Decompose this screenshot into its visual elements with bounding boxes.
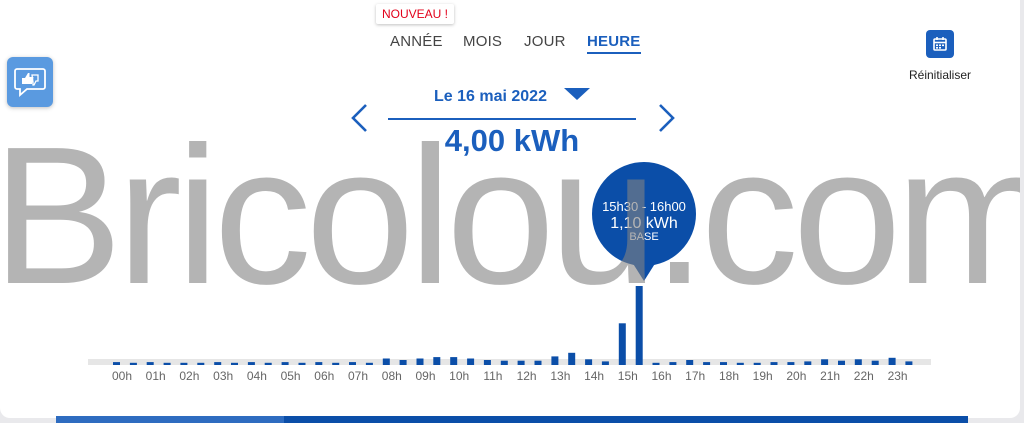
chart-bar[interactable] <box>585 359 593 365</box>
chart-bar[interactable] <box>113 362 120 365</box>
chart-bar[interactable] <box>635 286 643 365</box>
hourly-consumption-chart: 00h 01h 02h 03h 04h 05h 06h 07h 08h 09h 10h 11h 12h 1… <box>88 162 931 383</box>
chart-bar[interactable] <box>146 362 154 365</box>
chart-bar[interactable] <box>669 362 677 365</box>
tooltip-value: 1,10 kWh <box>610 215 678 232</box>
tooltip-bubble <box>592 162 696 266</box>
chart-bar[interactable] <box>551 356 559 365</box>
x-tick-label: 01h <box>146 369 166 383</box>
x-tick-label: 23h <box>888 369 908 383</box>
x-tick-label: 19h <box>753 369 773 383</box>
chart-bar[interactable] <box>720 362 727 365</box>
chart-bar[interactable] <box>804 361 812 365</box>
chart-bar[interactable] <box>231 362 238 365</box>
chart-bar[interactable] <box>770 362 778 365</box>
chart-bar[interactable] <box>534 360 542 365</box>
chart-bar[interactable] <box>433 357 441 365</box>
chart-bar[interactable] <box>787 362 795 365</box>
x-tick-label: 20h <box>786 369 806 383</box>
chart-bar[interactable] <box>703 362 711 365</box>
chart-bar[interactable] <box>838 360 845 365</box>
chart-bar[interactable] <box>281 362 289 365</box>
chart-bar[interactable] <box>467 358 475 366</box>
chart-bar[interactable] <box>652 362 660 365</box>
x-tick-label: 21h <box>820 369 840 383</box>
chart-bar[interactable] <box>854 359 862 365</box>
x-tick-label: 16h <box>651 369 671 383</box>
x-tick-label: 04h <box>247 369 267 383</box>
chart-bar[interactable] <box>315 362 323 365</box>
chart-bar[interactable] <box>163 362 171 365</box>
x-tick-label: 12h <box>517 369 537 383</box>
chart-bar[interactable] <box>349 362 356 365</box>
x-tick-label: 22h <box>854 369 874 383</box>
tooltip-pointer <box>632 262 656 281</box>
x-tick-label: 13h <box>550 369 570 383</box>
x-tick-label: 15h <box>618 369 638 383</box>
chart-bar[interactable] <box>214 362 222 365</box>
chart-bar[interactable] <box>736 362 744 365</box>
x-tick-label: 14h <box>584 369 604 383</box>
chart-bar[interactable] <box>686 360 694 365</box>
x-tick-label: 00h <box>112 369 132 383</box>
x-tick-label: 05h <box>281 369 301 383</box>
chart-bar[interactable] <box>332 362 340 365</box>
chart-bar[interactable] <box>871 360 879 365</box>
x-tick-label: 11h <box>483 369 502 383</box>
chart-bar[interactable] <box>618 323 626 365</box>
x-tick-label: 08h <box>382 369 402 383</box>
x-tick-label: 10h <box>449 369 469 383</box>
chart-bar[interactable] <box>298 362 306 365</box>
chart-bar[interactable] <box>483 360 491 365</box>
chart-bars <box>113 286 913 366</box>
x-tick-label: 02h <box>179 369 199 383</box>
x-tick-label: 17h <box>685 369 705 383</box>
chart-bar[interactable] <box>264 362 272 365</box>
chart-x-labels: 00h 01h 02h 03h 04h 05h 06h 07h 08h 09h 10h 11h 12h 1… <box>112 369 908 383</box>
chart-bar[interactable] <box>500 360 508 365</box>
chart-bar[interactable] <box>905 361 913 365</box>
bottom-progress-fill <box>56 416 284 423</box>
chart-bar[interactable] <box>399 360 407 365</box>
chart-bar[interactable] <box>197 362 205 365</box>
chart-bar[interactable] <box>753 362 761 365</box>
chart-bar[interactable] <box>888 357 896 365</box>
bottom-progress-bar <box>56 416 968 423</box>
chart-bar[interactable] <box>365 362 373 365</box>
x-tick-label: 06h <box>314 369 334 383</box>
chart-bar[interactable] <box>517 360 525 365</box>
chart-bar[interactable] <box>180 362 188 365</box>
chart-bar[interactable] <box>129 362 137 365</box>
chart-bar[interactable] <box>821 359 829 365</box>
chart-bar[interactable] <box>568 352 576 365</box>
x-tick-label: 07h <box>348 369 368 383</box>
x-tick-label: 03h <box>213 369 233 383</box>
x-tick-label: 09h <box>415 369 435 383</box>
chart-bar[interactable] <box>450 357 458 365</box>
chart-bar[interactable] <box>416 358 424 366</box>
tooltip-tariff: BASE <box>629 231 658 243</box>
x-tick-label: 18h <box>719 369 739 383</box>
chart-bar[interactable] <box>247 362 255 365</box>
chart-bar[interactable] <box>601 361 609 365</box>
consumption-card: NOUVEAU ! ANNÉE MOIS JOUR HEURE Réinitia… <box>0 0 1020 418</box>
chart-tooltip: 15h30 - 16h00 1,10 kWh BASE <box>592 162 696 281</box>
chart-bar[interactable] <box>382 358 390 366</box>
tooltip-time-range: 15h30 - 16h00 <box>602 199 686 214</box>
